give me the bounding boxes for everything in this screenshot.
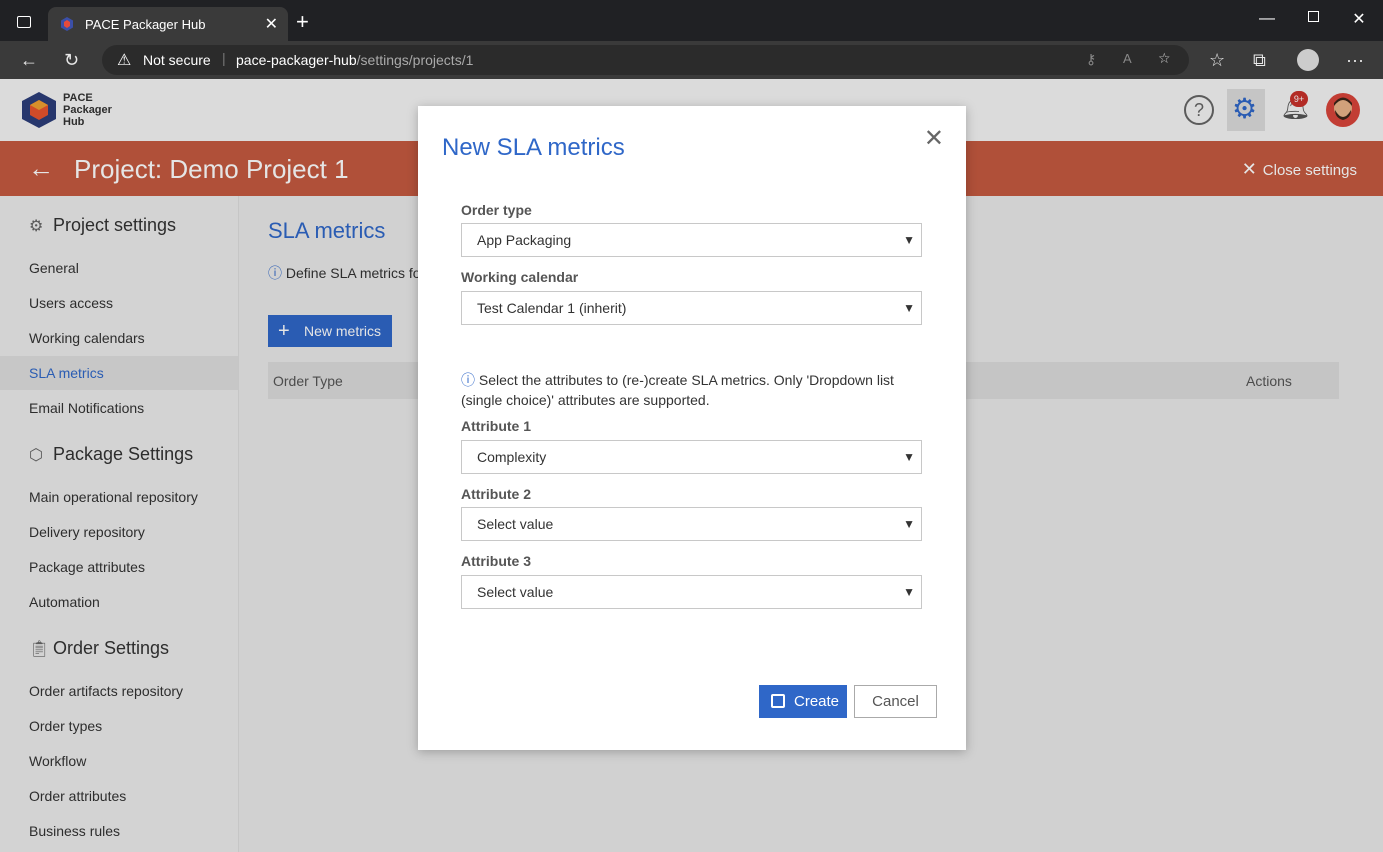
profile-icon[interactable] xyxy=(1297,49,1319,71)
warning-icon[interactable]: ⚠ xyxy=(117,50,131,70)
window-close-icon[interactable]: ✕ xyxy=(1349,9,1369,29)
url-text: pace-packager-hub/settings/projects/1 xyxy=(236,52,473,68)
attribute-1-value: Complexity xyxy=(477,449,547,465)
chevron-down-icon: ▼ xyxy=(903,301,915,315)
collections-icon[interactable]: ⧉ xyxy=(1253,50,1266,71)
new-sla-metrics-dialog: New SLA metrics ✕ Order type App Packagi… xyxy=(418,106,966,750)
back-icon[interactable]: ← xyxy=(20,50,38,71)
attribute-3-value: Select value xyxy=(477,584,554,600)
tab-close-icon[interactable]: ✕ xyxy=(265,14,278,34)
browser-tab[interactable]: PACE Packager Hub ✕ xyxy=(48,7,288,41)
url-path: /settings/projects/1 xyxy=(356,52,474,68)
save-icon xyxy=(771,694,785,708)
cancel-button[interactable]: Cancel xyxy=(854,685,937,718)
chevron-down-icon: ▼ xyxy=(903,233,915,247)
security-label[interactable]: Not secure xyxy=(143,52,211,68)
pace-favicon-icon xyxy=(61,17,73,31)
dialog-title: New SLA metrics xyxy=(442,134,625,161)
url-host: pace-packager-hub xyxy=(236,52,357,68)
close-icon[interactable]: ✕ xyxy=(924,124,944,153)
attribute-2-select[interactable]: Select value ▼ xyxy=(461,507,922,541)
attributes-info: ⓘ Select the attributes to (re-)create S… xyxy=(461,370,931,410)
refresh-icon[interactable]: ↻ xyxy=(64,50,79,71)
working-calendar-value: Test Calendar 1 (inherit) xyxy=(477,300,627,316)
maximize-icon[interactable] xyxy=(1303,9,1323,27)
order-type-select[interactable]: App Packaging ▼ xyxy=(461,223,922,257)
chevron-down-icon: ▼ xyxy=(903,585,915,599)
create-button[interactable]: Create xyxy=(759,685,847,718)
address-bar: ← ↻ ⚠ Not secure | pace-packager-hub/set… xyxy=(0,41,1383,79)
attributes-info-text: Select the attributes to (re-)create SLA… xyxy=(461,372,894,408)
attribute-2-label: Attribute 2 xyxy=(461,486,531,502)
attribute-1-select[interactable]: Complexity ▼ xyxy=(461,440,922,474)
attribute-3-label: Attribute 3 xyxy=(461,553,531,569)
add-favorite-icon[interactable]: ☆ xyxy=(1158,50,1171,67)
url-separator: | xyxy=(222,50,226,66)
new-tab-icon[interactable]: + xyxy=(296,9,309,35)
info-icon: ⓘ xyxy=(461,372,475,388)
tab-actions-icon[interactable] xyxy=(17,16,31,28)
attribute-3-select[interactable]: Select value ▼ xyxy=(461,575,922,609)
attribute-2-value: Select value xyxy=(477,516,554,532)
read-aloud-icon[interactable]: A xyxy=(1123,51,1132,66)
favorites-icon[interactable]: ☆ xyxy=(1209,50,1225,71)
key-icon[interactable]: ⚷ xyxy=(1086,51,1096,68)
browser-tab-bar: PACE Packager Hub ✕ + — ✕ xyxy=(0,0,1383,41)
more-icon[interactable]: ··· xyxy=(1346,50,1364,71)
create-label: Create xyxy=(794,693,840,710)
working-calendar-label: Working calendar xyxy=(461,269,579,285)
working-calendar-select[interactable]: Test Calendar 1 (inherit) ▼ xyxy=(461,291,922,325)
minimize-icon[interactable]: — xyxy=(1257,10,1277,28)
tab-title: PACE Packager Hub xyxy=(85,17,206,32)
order-type-value: App Packaging xyxy=(477,232,572,248)
order-type-label: Order type xyxy=(461,202,532,218)
attribute-1-label: Attribute 1 xyxy=(461,418,531,434)
chevron-down-icon: ▼ xyxy=(903,450,915,464)
url-field[interactable]: ⚠ Not secure | pace-packager-hub/setting… xyxy=(102,45,1189,75)
chevron-down-icon: ▼ xyxy=(903,517,915,531)
